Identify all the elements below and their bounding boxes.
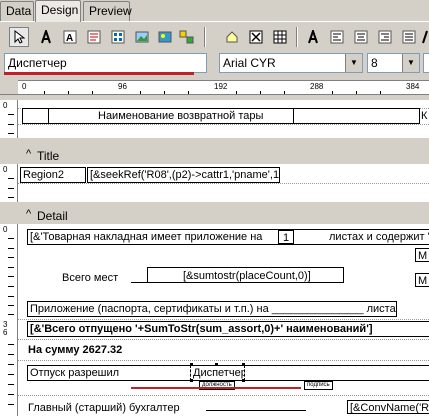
seekref-expr: [&seekRef('R08',(p2)->cattr1,'pname',1)] [90,169,280,181]
chevron-down-icon[interactable]: ▼ [345,54,362,72]
header-divider [293,109,296,123]
invoice-attachment-tail[interactable]: листах и содержит '+S [329,230,429,244]
font-name-value: Arial CYR [223,56,276,70]
align-center-icon[interactable] [351,27,371,47]
text-tool-icon[interactable] [36,27,56,47]
ruler-label: 288 [310,82,324,91]
component-name-value: Диспетчер [8,56,67,70]
ruler-corner [0,80,18,95]
page-header-band[interactable]: Наименование возвратной тары К [18,100,429,138]
calc-field-icon[interactable] [108,27,128,47]
dispatcher-text: Диспетчер [193,367,245,379]
detail-band-header[interactable]: ^ Detail [0,208,429,224]
total-places-box[interactable] [147,267,344,283]
ruler-label: 192 [214,82,228,91]
vruler-label: 6 [3,328,8,337]
vruler-label: 0 [3,101,8,110]
selection-handle[interactable] [190,363,193,366]
font-a2-icon[interactable] [420,27,429,47]
highlight-underline-2 [131,387,301,389]
total-places-label[interactable]: Всего мест [62,271,118,285]
detail-band-name: Detail [37,209,68,223]
ruler-label: 0 [22,82,27,91]
invoice-attachment-text[interactable]: [&'Товарная накладная имеет приложение н… [30,230,262,244]
grid-icon[interactable] [270,27,290,47]
font-size-select[interactable]: 8 ▼ [367,53,420,73]
toolbar-separator [204,27,206,47]
vertical-ruler-title: 0 [0,164,18,202]
release-allowed-label[interactable]: Отпуск разрешил [30,366,119,380]
chief-accountant-line [206,410,306,412]
selection-handle[interactable] [242,379,245,382]
tab-data[interactable]: Data [0,1,34,21]
font-size-value: 8 [371,56,378,70]
right-field-m1-text: М [418,250,428,262]
detail-band[interactable]: [&'Товарная накладная имеет приложение н… [18,224,429,416]
align-justify-icon[interactable] [399,27,419,47]
right-field-m2-text: М [418,275,428,287]
checkbox-icon[interactable] [246,27,266,47]
sum-text[interactable]: На сумму 2627.32 [28,343,122,357]
seekref-field[interactable]: [&seekRef('R08',(p2)->cattr1,'pname',1)] [87,167,280,183]
region-label: Region2 [23,169,64,181]
released-total-field[interactable]: [&'Всего отпущено '+SumToStr(sum_assort,… [27,321,429,337]
label-tool-icon[interactable]: A [60,27,80,47]
title-band[interactable]: Region2 [&seekRef('R08',(p2)->cattr1,'pn… [18,164,429,202]
region-field[interactable]: Region2 [20,167,86,183]
chevron-down-icon[interactable]: ▼ [402,54,419,72]
font-a-icon[interactable] [303,27,323,47]
font-name-select[interactable]: Arial CYR ▼ [219,53,363,73]
vertical-ruler-header: 0 [0,100,18,138]
signature-caption[interactable]: подпись [304,381,333,390]
attachment-count: 1 [282,232,290,244]
picture-db-icon[interactable] [155,27,175,47]
header-cell-empty[interactable] [22,108,48,124]
selection-handle[interactable] [190,379,193,382]
horizontal-ruler: 0 96 192 288 384 [18,80,429,95]
released-total-expr: [&'Всего отпущено '+SumToStr(sum_assort,… [30,323,373,335]
conv-name-expr: [&ConvName('R1 [350,402,429,414]
memo-tool-icon[interactable] [84,27,104,47]
tab-preview[interactable]: Preview [83,1,132,21]
ruler-label: 96 [118,82,127,91]
right-field-m2[interactable]: М [415,273,429,287]
highlight-underline [4,72,194,75]
vertical-ruler-detail: 0 3 6 [0,224,18,416]
extra-combo[interactable] [423,53,429,73]
attachment-count-field[interactable]: 1 [278,230,294,244]
toolbar-separator-2 [296,27,298,47]
title-band-name: Title [37,149,60,163]
conv-name-field[interactable]: [&ConvName('R1 [347,400,429,414]
appendix-text: Приложение (паспорта, сертификаты и т.п.… [30,303,397,315]
selection-handle[interactable] [215,363,218,366]
caret-up-icon[interactable]: ^ [26,146,31,162]
band-icon[interactable] [222,27,242,47]
align-left-icon[interactable] [327,27,347,47]
title-band-header[interactable]: ^ Title [0,148,429,164]
ruler-label: 384 [406,82,420,91]
svg-text:A: A [66,33,73,44]
component-name-field[interactable]: Диспетчер [4,53,207,73]
column-title[interactable]: Наименование возвратной тары [98,109,263,123]
image-tool-icon[interactable] [132,27,152,47]
right-field-m1[interactable]: М [415,248,429,262]
dispatcher-field[interactable]: Диспетчер [190,365,245,381]
barcode-icon[interactable] [177,27,197,47]
vruler-label: 0 [3,225,8,234]
selection-handle[interactable] [242,363,245,366]
select-arrow-icon[interactable] [9,27,29,47]
tab-design[interactable]: Design [35,0,81,22]
align-right-icon[interactable] [375,27,395,47]
vruler-label: 0 [3,165,8,174]
caret-up-icon[interactable]: ^ [26,206,31,222]
appendix-field[interactable]: Приложение (паспорта, сертификаты и т.п.… [27,301,397,317]
chief-accountant-label[interactable]: Главный (старший) бухгалтер [28,401,180,415]
header-right-col[interactable]: К [421,109,427,123]
